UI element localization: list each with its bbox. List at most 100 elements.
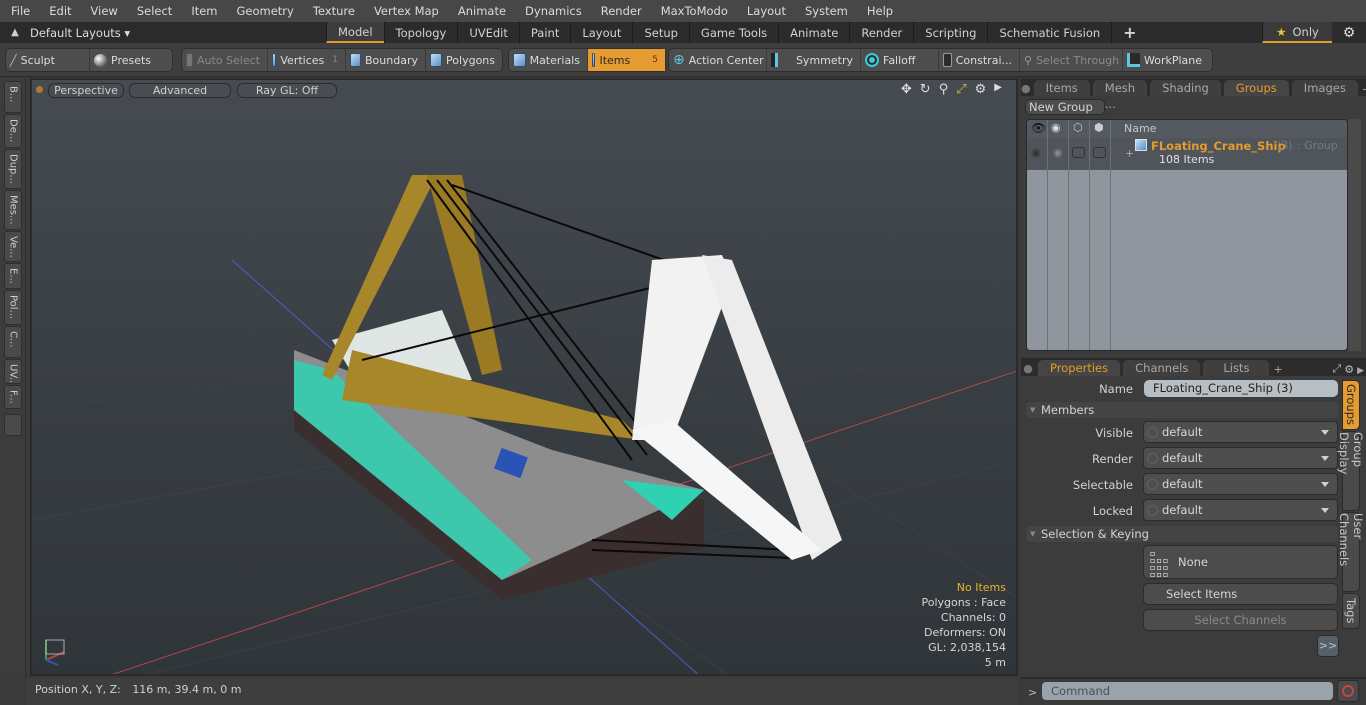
- row-eye-icon[interactable]: ◉: [1031, 146, 1041, 159]
- menu-maxtomodo[interactable]: MaxToModo: [650, 4, 736, 18]
- sculpt-button[interactable]: ╱ Sculpt: [6, 49, 90, 71]
- left-tab-mesh-edit[interactable]: Mes...: [4, 190, 22, 230]
- tab-layout[interactable]: Layout: [570, 22, 632, 43]
- tab-animate[interactable]: Animate: [778, 22, 849, 43]
- constraints-button[interactable]: Constrai...: [939, 49, 1020, 71]
- locked-dropdown[interactable]: default: [1143, 499, 1338, 521]
- menu-texture[interactable]: Texture: [302, 4, 363, 18]
- materials-button[interactable]: Materials: [509, 49, 588, 71]
- tab-shading[interactable]: Shading: [1150, 80, 1221, 96]
- menu-system[interactable]: System: [794, 4, 856, 18]
- menu-layout[interactable]: Layout: [736, 4, 794, 18]
- left-tab-polygon[interactable]: Pol...: [4, 290, 22, 325]
- tab-setup[interactable]: Setup: [632, 22, 688, 43]
- selectable-cube-icon[interactable]: ⬡: [1073, 121, 1083, 134]
- props-dot-icon[interactable]: ●: [1021, 360, 1035, 376]
- menu-select[interactable]: Select: [126, 4, 180, 18]
- tab-groups[interactable]: Groups: [1223, 80, 1289, 96]
- command-input[interactable]: Command: [1042, 682, 1333, 700]
- render-dropdown[interactable]: default: [1143, 447, 1338, 469]
- side-tab-tags[interactable]: Tags: [1342, 593, 1360, 629]
- selectable-dropdown[interactable]: default: [1143, 473, 1338, 495]
- tab-images[interactable]: Images: [1291, 80, 1358, 96]
- layouts-dropdown[interactable]: Default Layouts ▾: [30, 26, 326, 40]
- menu-item[interactable]: Item: [180, 4, 225, 18]
- expand-icon[interactable]: +: [1125, 147, 1134, 160]
- items-button[interactable]: Items 5: [588, 49, 665, 71]
- add-tab-button[interactable]: +: [1111, 22, 1147, 43]
- only-toggle[interactable]: ★ Only: [1262, 22, 1332, 43]
- props-arrow-icon[interactable]: ▶: [1357, 366, 1366, 376]
- left-tab-extra[interactable]: [4, 414, 22, 436]
- left-tab-curve[interactable]: C...: [4, 326, 22, 358]
- props-add-tab-icon[interactable]: +: [1269, 363, 1286, 376]
- tab-game-tools[interactable]: Game Tools: [688, 22, 778, 43]
- row-render-icon[interactable]: ◉: [1053, 146, 1063, 159]
- menu-geometry[interactable]: Geometry: [226, 4, 302, 18]
- falloff-button[interactable]: Falloff: [861, 49, 939, 71]
- vertices-button[interactable]: Vertices 1: [268, 49, 346, 71]
- tab-mesh[interactable]: Mesh ...: [1092, 80, 1148, 111]
- left-tab-deform[interactable]: De...: [4, 114, 22, 148]
- props-expand-icon[interactable]: ⤢: [1332, 362, 1341, 376]
- tab-uvedit[interactable]: UVEdit: [457, 22, 519, 43]
- boundary-button[interactable]: Boundary: [346, 49, 426, 71]
- row-lock-checkbox[interactable]: [1093, 147, 1106, 158]
- left-tab-basic[interactable]: B...: [4, 81, 22, 113]
- tab-model[interactable]: Model: [326, 22, 384, 43]
- tab-schematic-fusion[interactable]: Schematic Fusion: [987, 22, 1111, 43]
- menu-edit[interactable]: Edit: [38, 4, 79, 18]
- select-items-button[interactable]: Select Items: [1143, 583, 1338, 605]
- side-tab-group-display[interactable]: Group Display: [1337, 431, 1365, 511]
- row-select-checkbox[interactable]: [1072, 147, 1085, 158]
- members-header[interactable]: Members: [1026, 402, 1338, 418]
- select-through-button[interactable]: ⚲ Select Through: [1020, 49, 1123, 71]
- none-button[interactable]: ▫ ▫▫▫ ▫▫▫ ▫▫▫ None: [1143, 545, 1338, 579]
- gear-icon[interactable]: ⚙: [1332, 25, 1366, 41]
- record-button[interactable]: [1337, 680, 1359, 702]
- more-button[interactable]: >>: [1317, 635, 1339, 657]
- side-tab-groups[interactable]: Groups: [1342, 380, 1360, 430]
- menu-help[interactable]: Help: [856, 4, 901, 18]
- menu-animate[interactable]: Animate: [447, 4, 514, 18]
- left-tab-duplicate[interactable]: Dup...: [4, 149, 22, 189]
- tab-render[interactable]: Render: [849, 22, 913, 43]
- left-tab-edge[interactable]: E...: [4, 263, 22, 289]
- left-tab-uv[interactable]: UV...: [4, 359, 22, 384]
- select-channels-button[interactable]: Select Channels: [1143, 609, 1338, 631]
- collapse-arrow-icon[interactable]: ▲: [0, 27, 30, 38]
- tab-properties[interactable]: Properties: [1038, 360, 1121, 376]
- polygons-button[interactable]: Polygons: [426, 49, 502, 71]
- tab-topology[interactable]: Topology: [383, 22, 458, 43]
- render-camera-icon[interactable]: ◉: [1051, 121, 1061, 134]
- new-group-button[interactable]: New Group: [1025, 99, 1105, 115]
- visibility-eye-icon[interactable]: 👁: [1031, 121, 1046, 135]
- menu-dynamics[interactable]: Dynamics: [514, 4, 590, 18]
- tab-paint[interactable]: Paint: [518, 22, 570, 43]
- lock-cube-icon[interactable]: ⬢: [1094, 121, 1104, 134]
- symmetry-button[interactable]: Symmetry: [767, 49, 861, 71]
- menu-file[interactable]: File: [0, 4, 38, 18]
- auto-select-button[interactable]: Auto Select: [182, 49, 268, 71]
- add-tab-icon[interactable]: +: [1358, 83, 1366, 96]
- props-gear-icon[interactable]: ⚙: [1341, 363, 1357, 376]
- tab-scripting[interactable]: Scripting: [913, 22, 987, 43]
- menu-vertex-map[interactable]: Vertex Map: [363, 4, 447, 18]
- 3d-viewport[interactable]: Perspective Advanced Ray GL: Off ✥ ↻ ⚲ ⤢…: [30, 78, 1018, 676]
- tab-channels[interactable]: Channels: [1123, 360, 1201, 376]
- left-tab-fusion[interactable]: F...: [4, 385, 22, 409]
- left-tab-vertex[interactable]: Ve...: [4, 231, 22, 262]
- menu-view[interactable]: View: [80, 4, 126, 18]
- groups-scrollbar[interactable]: [1348, 119, 1361, 351]
- tab-lists[interactable]: Lists: [1203, 360, 1270, 376]
- column-name[interactable]: Name: [1124, 122, 1156, 135]
- tab-items[interactable]: Items: [1033, 80, 1090, 96]
- workplane-button[interactable]: WorkPlane: [1123, 49, 1211, 71]
- panel-dot-icon[interactable]: ●: [1021, 80, 1031, 96]
- presets-button[interactable]: Presets: [90, 49, 172, 71]
- group-row[interactable]: ◉ ◉ + FLoating_Crane_Ship (3) : Group 10…: [1027, 138, 1347, 170]
- action-center-button[interactable]: ⊕ Action Center: [669, 49, 767, 71]
- side-tab-user-channels[interactable]: User Channels: [1337, 512, 1365, 592]
- visible-dropdown[interactable]: default: [1143, 421, 1338, 443]
- name-field[interactable]: FLoating_Crane_Ship (3): [1144, 380, 1338, 397]
